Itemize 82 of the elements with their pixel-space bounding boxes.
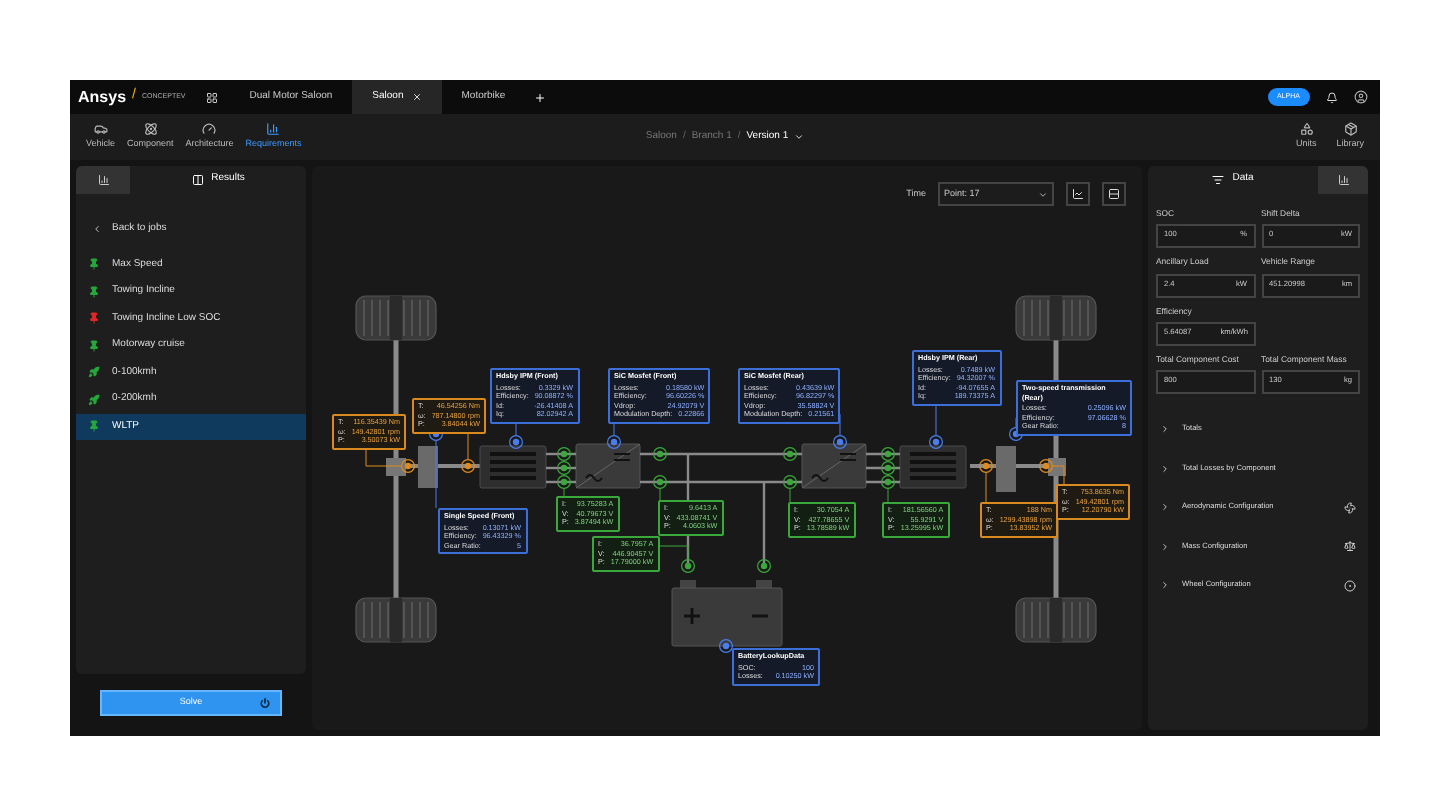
chevron-right-icon	[1160, 580, 1170, 591]
power-icon	[260, 697, 270, 707]
user-avatar-icon[interactable]	[1354, 90, 1368, 104]
connector-node-icon[interactable]	[979, 459, 993, 473]
leader-line	[435, 439, 437, 509]
connector-node-icon[interactable]	[881, 447, 895, 461]
connector-node-icon[interactable]	[509, 435, 523, 449]
connector-node-icon[interactable]	[929, 435, 943, 449]
vehicle-icon	[93, 122, 108, 137]
component-icon	[143, 122, 158, 137]
apps-grid-icon[interactable]	[205, 91, 218, 103]
connector-node-icon[interactable]	[461, 459, 475, 473]
chevron-right-icon	[1160, 541, 1170, 552]
fan-icon	[1344, 501, 1356, 514]
gearbox-drawing	[996, 446, 1016, 492]
connector-node-icon[interactable]	[881, 475, 895, 489]
connector-node-icon[interactable]	[557, 475, 571, 489]
connector-node-icon[interactable]	[607, 435, 621, 449]
chevron-right-icon	[1160, 463, 1170, 474]
connector-node-icon[interactable]	[783, 475, 797, 489]
scale-icon	[1344, 540, 1356, 553]
connector-node-icon[interactable]	[681, 559, 695, 573]
pin-icon	[88, 420, 100, 433]
line-chart-icon	[1072, 188, 1084, 200]
wire-line	[546, 452, 576, 456]
connector-node-icon[interactable]	[783, 447, 797, 461]
notifications-icon[interactable]	[1326, 91, 1338, 103]
motor-drawing	[899, 445, 967, 489]
layout-button[interactable]	[1102, 182, 1126, 206]
list-icon	[1212, 174, 1225, 186]
pin-icon	[88, 285, 100, 298]
bar-chart-icon	[97, 174, 109, 186]
battery-drawing	[671, 580, 783, 647]
line-chart-button[interactable]	[1066, 182, 1090, 206]
connector-node-icon[interactable]	[719, 639, 733, 653]
tire-drawing	[1015, 597, 1097, 643]
leader-line	[935, 401, 937, 437]
chevron-down-icon	[1038, 189, 1048, 199]
bar-chart-icon	[1337, 174, 1349, 186]
wheel-icon	[1344, 579, 1356, 592]
chart-tab[interactable]	[1318, 166, 1368, 194]
tire-drawing	[355, 295, 437, 341]
wire-line	[866, 466, 900, 470]
architecture-icon	[202, 122, 217, 137]
chevron-right-icon	[1160, 424, 1170, 435]
chevron-left-icon	[92, 224, 102, 235]
brand-logo: Ansys	[78, 85, 127, 109]
connector-node-icon[interactable]	[653, 475, 667, 489]
add-tab-icon[interactable]	[533, 91, 546, 103]
rocket-icon	[88, 366, 100, 379]
connector-node-icon[interactable]	[833, 435, 847, 449]
gearbox-drawing	[418, 446, 438, 488]
pin-icon	[88, 258, 100, 271]
package-icon	[1343, 122, 1358, 137]
leader-line	[839, 413, 841, 437]
connector-node-icon[interactable]	[557, 447, 571, 461]
connector-node-icon[interactable]	[401, 459, 415, 473]
shapes-icon	[1299, 122, 1314, 137]
tire-drawing	[355, 597, 437, 643]
connector-node-icon[interactable]	[881, 461, 895, 475]
rows-icon	[1108, 188, 1120, 200]
connector-node-icon[interactable]	[557, 461, 571, 475]
rocket-icon	[88, 393, 100, 406]
inverter-drawing	[801, 443, 867, 489]
pin-icon	[88, 312, 100, 325]
chevron-right-icon	[1160, 502, 1170, 513]
requirements-icon	[266, 122, 281, 137]
wire-line	[546, 480, 576, 484]
wire-line	[866, 480, 900, 484]
leader-line	[1015, 417, 1017, 429]
columns-icon	[191, 174, 204, 186]
inverter-drawing	[575, 443, 641, 489]
wire-line	[546, 466, 576, 470]
chart-tab[interactable]	[76, 166, 130, 194]
connector-node-icon[interactable]	[757, 559, 771, 573]
chevron-down-icon[interactable]	[794, 132, 805, 142]
pin-icon	[88, 339, 100, 352]
wire-line	[866, 452, 900, 456]
motor-drawing	[479, 445, 547, 489]
connector-node-icon[interactable]	[653, 447, 667, 461]
tire-drawing	[1015, 295, 1097, 341]
connector-node-icon[interactable]	[1039, 459, 1053, 473]
